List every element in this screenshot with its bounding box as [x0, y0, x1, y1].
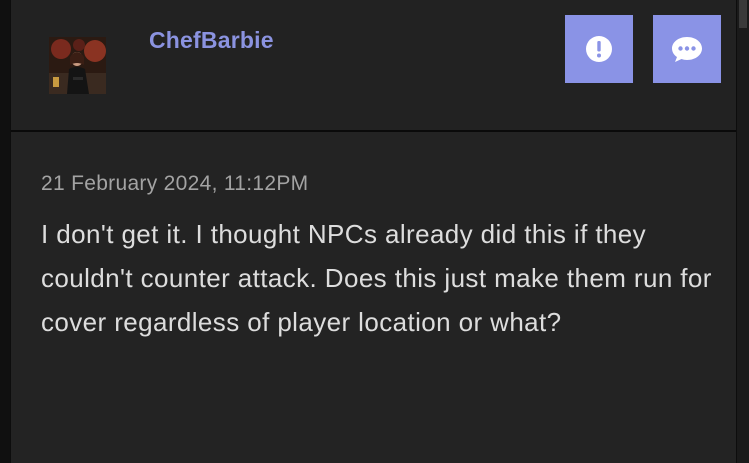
scrollbar[interactable]	[737, 0, 749, 463]
comment-card: ChefBarbie 21 February 2024, 11:12PM I d…	[10, 0, 737, 463]
scrollbar-thumb[interactable]	[739, 0, 747, 28]
comment-text: I don't get it. I thought NPCs already d…	[41, 219, 712, 337]
comment-timestamp: 21 February 2024, 11:12PM	[41, 172, 309, 195]
reply-button[interactable]	[653, 15, 721, 83]
username[interactable]: ChefBarbie	[149, 27, 274, 54]
report-button[interactable]	[565, 15, 633, 83]
comment-body: 21 February 2024, 11:12PM I don't get it…	[11, 132, 736, 463]
exclamation-circle-icon	[586, 36, 612, 62]
speech-bubble-icon	[672, 37, 702, 62]
avatar-image	[49, 37, 106, 94]
avatar[interactable]	[49, 37, 106, 94]
comment-header: ChefBarbie	[11, 0, 736, 132]
